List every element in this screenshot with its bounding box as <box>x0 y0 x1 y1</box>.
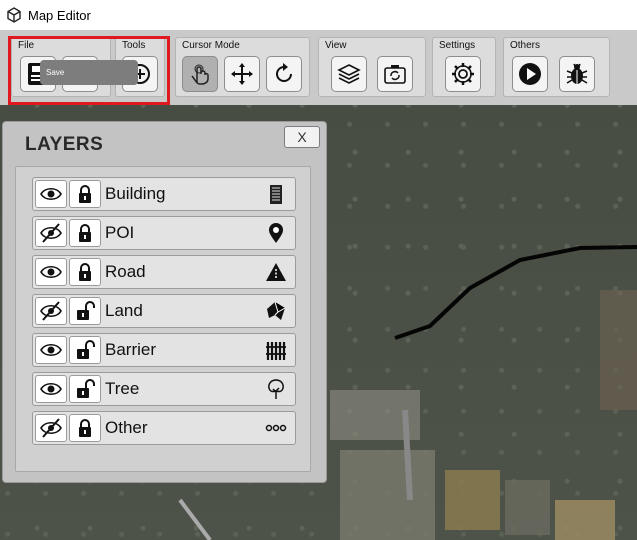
layer-row-land: Land <box>32 294 296 328</box>
rotate-icon <box>276 63 292 82</box>
lock-toggle-other[interactable] <box>69 414 101 442</box>
layer-name-road: Road <box>105 262 146 281</box>
others-group-label: Others <box>510 40 541 51</box>
visibility-toggle-poi[interactable] <box>35 219 67 247</box>
lock-toggle-poi[interactable] <box>69 219 101 247</box>
lock-open-icon <box>77 301 95 320</box>
tree-icon <box>268 379 284 399</box>
unity-logo-icon <box>7 7 21 23</box>
eye-icon <box>40 265 62 279</box>
land-icon <box>267 301 286 320</box>
layers-icon <box>337 64 361 84</box>
gear-icon <box>452 63 474 85</box>
visibility-toggle-barrier[interactable] <box>35 336 67 364</box>
layer-row-road: Road <box>32 255 296 289</box>
hand-pointer-icon <box>191 64 209 85</box>
fence-icon <box>266 342 286 360</box>
layers-panel-title: LAYERS <box>25 134 104 155</box>
lock-open-icon <box>77 340 95 359</box>
rotate-cursor-button[interactable] <box>266 56 302 92</box>
save-tooltip-text: Save <box>46 68 65 77</box>
layer-name-other: Other <box>105 418 148 437</box>
settings-button[interactable] <box>445 56 481 92</box>
play-button[interactable] <box>512 56 548 92</box>
title-bar: Map Editor <box>0 0 637 30</box>
save-tooltip: Save <box>40 60 138 85</box>
eye-slash-icon <box>40 223 62 243</box>
lock-toggle-building[interactable] <box>69 180 101 208</box>
window-title: Map Editor <box>28 7 91 23</box>
play-icon <box>519 63 541 85</box>
lock-toggle-tree[interactable] <box>69 375 101 403</box>
settings-group: Settings <box>432 37 496 97</box>
debug-button[interactable] <box>559 56 595 92</box>
eye-slash-icon <box>40 301 62 321</box>
lock-closed-icon <box>79 419 91 437</box>
close-layers-button[interactable]: X <box>284 126 320 148</box>
layer-row-other: Other <box>32 411 296 445</box>
lock-toggle-road[interactable] <box>69 258 101 286</box>
select-cursor-button[interactable] <box>182 56 218 92</box>
cursor-mode-group: Cursor Mode <box>175 37 310 97</box>
layer-name-poi: POI <box>105 223 135 242</box>
camera-switch-icon <box>384 65 406 84</box>
layer-row-poi: POI <box>32 216 296 250</box>
settings-group-label: Settings <box>439 40 476 51</box>
visibility-toggle-tree[interactable] <box>35 375 67 403</box>
layer-row-tree: Tree <box>32 372 296 406</box>
layer-name-building: Building <box>105 184 166 203</box>
pin-icon <box>269 223 283 243</box>
eye-slash-icon <box>40 418 62 438</box>
lock-toggle-barrier[interactable] <box>69 336 101 364</box>
visibility-toggle-other[interactable] <box>35 414 67 442</box>
layer-row-building: Building <box>32 177 296 211</box>
building-icon <box>270 185 282 204</box>
cursor-mode-group-label: Cursor Mode <box>182 40 240 51</box>
layer-name-barrier: Barrier <box>105 340 157 359</box>
lock-closed-icon <box>79 185 91 203</box>
layers-panel: LAYERS X Building POI Road Land Barrier … <box>2 121 327 483</box>
dots-icon <box>265 424 287 432</box>
bug-icon <box>566 63 588 84</box>
layers-view-button[interactable] <box>331 56 367 92</box>
lock-closed-icon <box>79 224 91 242</box>
move-arrows-icon <box>231 63 253 85</box>
eye-icon <box>40 343 62 357</box>
others-group: Others <box>503 37 610 97</box>
lock-toggle-land[interactable] <box>69 297 101 325</box>
camera-switch-button[interactable] <box>377 56 413 92</box>
layer-name-land: Land <box>105 301 143 320</box>
view-group: View <box>318 37 426 97</box>
view-group-label: View <box>325 40 347 51</box>
move-cursor-button[interactable] <box>224 56 260 92</box>
road-sign-icon <box>266 263 286 281</box>
visibility-toggle-building[interactable] <box>35 180 67 208</box>
layer-name-tree: Tree <box>105 379 140 398</box>
eye-icon <box>40 187 62 201</box>
visibility-toggle-land[interactable] <box>35 297 67 325</box>
layer-list: Building POI Road Land Barrier Tree Othe… <box>15 166 311 472</box>
lock-closed-icon <box>79 263 91 281</box>
visibility-toggle-road[interactable] <box>35 258 67 286</box>
eye-icon <box>40 382 62 396</box>
lock-open-icon <box>77 379 95 398</box>
layer-row-barrier: Barrier <box>32 333 296 367</box>
